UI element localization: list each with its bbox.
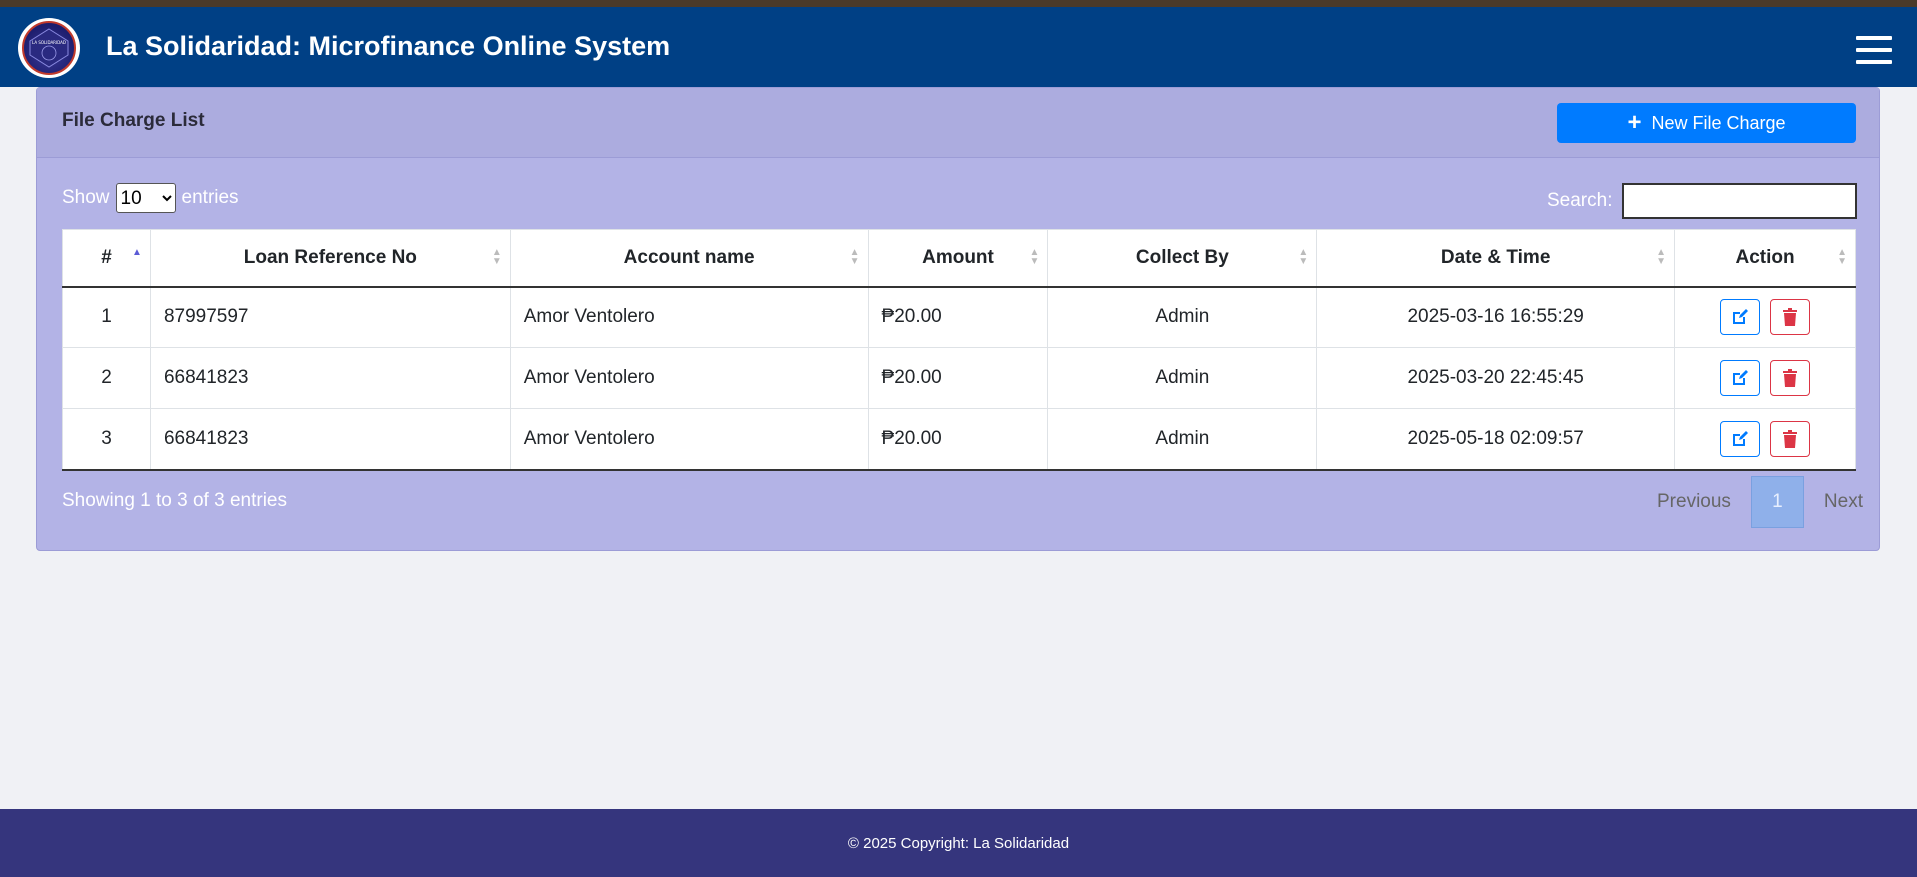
column-header-account-name[interactable]: Account name ▲ ▼ — [509, 229, 869, 288]
top-strip — [0, 0, 1917, 7]
collect-by: Admin — [1047, 408, 1318, 471]
table-row: 2 66841823 Amor Ventolero ₱20.00 Admin 2… — [62, 347, 1856, 409]
card-header: File Charge List + New File Charge — [37, 88, 1879, 158]
collect-by: Admin — [1047, 347, 1318, 409]
sort-icon: ▲ ▼ — [1656, 247, 1667, 267]
column-header-date-time[interactable]: Date & Time ▲ ▼ — [1316, 229, 1676, 288]
logo-emblem: LA SOLIDARIDAD — [22, 21, 76, 75]
amount: ₱20.00 — [867, 286, 1049, 348]
footer: © 2025 Copyright: La Solidaridad — [0, 809, 1917, 877]
page-button-current[interactable]: 1 — [1750, 476, 1804, 528]
loan-reference: 66841823 — [149, 347, 511, 409]
sort-icon: ▲ ▼ — [1029, 247, 1040, 267]
page-length-control: Show 10 entries — [62, 183, 239, 213]
search-input[interactable] — [1622, 183, 1858, 219]
delete-button[interactable] — [1769, 420, 1810, 457]
loan-reference: 66841823 — [149, 408, 511, 471]
logo-text: LA SOLIDARIDAD — [32, 40, 66, 45]
show-label: Show — [62, 187, 110, 208]
column-header-action[interactable]: Action ▲ ▼ — [1674, 229, 1856, 288]
new-file-charge-label: New File Charge — [1651, 112, 1786, 133]
sort-icon: ▲ ▼ — [1298, 247, 1309, 267]
column-header-num[interactable]: # ▲ — [62, 229, 151, 288]
edit-button[interactable] — [1720, 360, 1761, 396]
date-time: 2025-03-20 22:45:45 — [1316, 347, 1676, 409]
edit-button[interactable] — [1720, 299, 1761, 336]
table-row: 3 66841823 Amor Ventolero ₱20.00 Admin 2… — [62, 408, 1856, 471]
copyright-text: © 2025 Copyright: La Solidaridad — [847, 834, 1070, 852]
collect-by: Admin — [1047, 286, 1318, 348]
app-title: La Solidaridad: Microfinance Online Syst… — [106, 31, 671, 61]
delete-button[interactable] — [1769, 360, 1810, 396]
table-row: 1 87997597 Amor Ventolero ₱20.00 Admin 2… — [62, 286, 1856, 348]
account-name: Amor Ventolero — [509, 408, 869, 471]
search-control: Search: — [1547, 183, 1858, 219]
menu-icon — [1856, 36, 1892, 40]
pagination: Previous 1 Next — [1637, 476, 1883, 528]
column-header-loan-ref[interactable]: Loan Reference No ▲ ▼ — [149, 229, 511, 288]
table-info: Showing 1 to 3 of 3 entries — [62, 490, 287, 511]
menu-toggle-button[interactable] — [1856, 36, 1892, 64]
navbar: LA SOLIDARIDAD La Solidaridad: Microfina… — [0, 7, 1917, 87]
loan-reference: 87997597 — [149, 286, 511, 348]
previous-page-button[interactable]: Previous — [1637, 476, 1751, 528]
entries-label: entries — [181, 187, 239, 208]
column-header-collect-by[interactable]: Collect By ▲ ▼ — [1047, 229, 1318, 288]
plus-icon: + — [1627, 109, 1642, 136]
amount: ₱20.00 — [867, 408, 1049, 471]
trash-icon — [1782, 429, 1797, 448]
amount: ₱20.00 — [867, 347, 1049, 409]
account-name: Amor Ventolero — [509, 286, 869, 348]
edit-icon — [1733, 370, 1749, 385]
action-cell — [1674, 286, 1856, 348]
file-charge-table: # ▲ Loan Reference No ▲ ▼ Account name ▲ ▼ Am… — [62, 229, 1856, 471]
edit-button[interactable] — [1720, 420, 1761, 457]
logo-icon: LA SOLIDARIDAD — [29, 28, 69, 68]
account-name: Amor Ventolero — [509, 347, 869, 409]
trash-icon — [1782, 308, 1797, 327]
search-label: Search: — [1547, 190, 1613, 211]
row-number: 2 — [62, 347, 151, 409]
date-time: 2025-03-16 16:55:29 — [1316, 286, 1676, 348]
action-cell — [1674, 347, 1856, 409]
action-cell — [1674, 408, 1856, 471]
next-page-button[interactable]: Next — [1804, 476, 1883, 528]
date-time: 2025-05-18 02:09:57 — [1316, 408, 1676, 471]
edit-icon — [1733, 309, 1749, 325]
file-charge-card: File Charge List + New File Charge Show … — [36, 87, 1880, 551]
sort-asc-icon: ▲ — [132, 247, 142, 258]
sort-icon: ▲ ▼ — [491, 247, 502, 267]
row-number: 1 — [62, 286, 151, 348]
table-header-row: # ▲ Loan Reference No ▲ ▼ Account name ▲ ▼ Am… — [62, 229, 1856, 288]
page-length-select[interactable]: 10 — [115, 183, 176, 213]
sort-icon: ▲ ▼ — [1837, 247, 1847, 267]
sort-icon: ▲ ▼ — [849, 247, 860, 267]
card-title: File Charge List — [62, 110, 205, 131]
edit-icon — [1733, 430, 1749, 446]
row-number: 3 — [62, 408, 151, 471]
logo[interactable]: LA SOLIDARIDAD — [18, 18, 80, 78]
trash-icon — [1782, 369, 1797, 387]
new-file-charge-button[interactable]: + New File Charge — [1557, 103, 1856, 143]
delete-button[interactable] — [1769, 299, 1810, 336]
column-header-amount[interactable]: Amount ▲ ▼ — [867, 229, 1049, 288]
